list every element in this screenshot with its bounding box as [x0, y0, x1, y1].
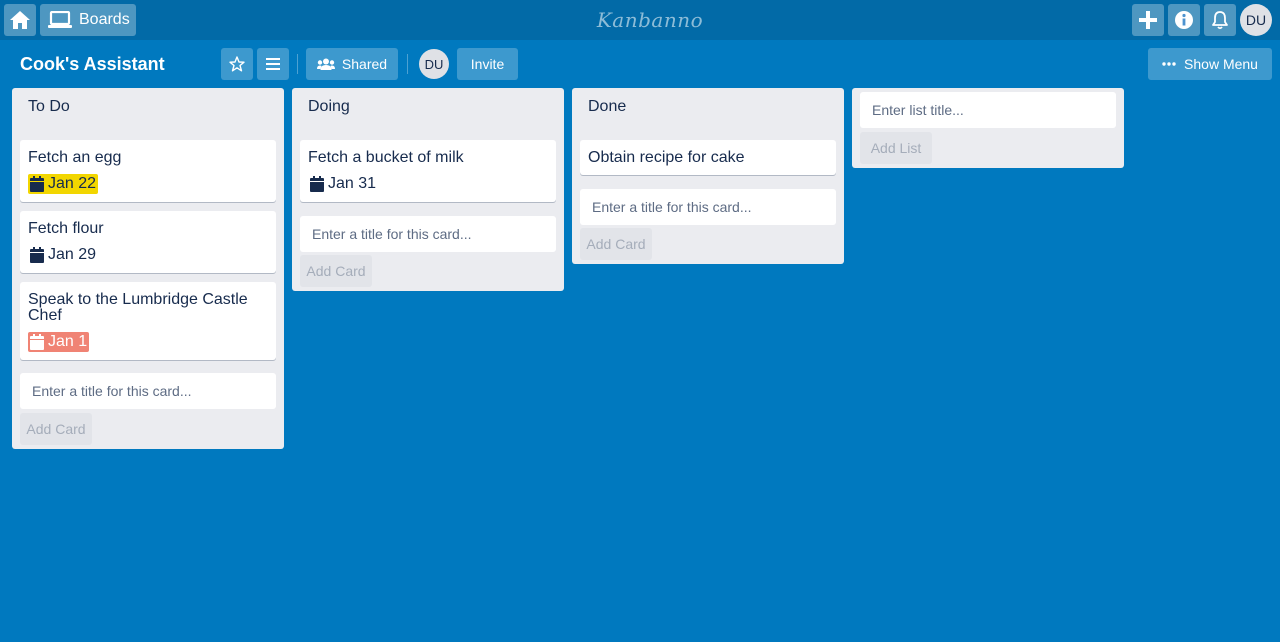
due-date-text: Jan 29 [48, 246, 97, 263]
card[interactable]: Fetch an egg Jan 22 [20, 140, 276, 202]
star-board-button[interactable] [221, 48, 253, 80]
create-button[interactable] [1132, 4, 1164, 36]
home-button[interactable] [4, 4, 36, 36]
calendar-icon [30, 247, 44, 263]
list-doing: Doing Fetch a bucket of milk Jan 31 Add … [292, 88, 564, 291]
board-menu-button[interactable] [257, 48, 289, 80]
card-title: Fetch a bucket of milk [308, 149, 464, 166]
add-card-button[interactable]: Add Card [300, 255, 372, 287]
due-date-badge: Jan 22 [28, 174, 99, 194]
info-icon [1175, 11, 1193, 29]
due-date-badge: Jan 1 [28, 332, 90, 352]
show-menu-button[interactable]: Show Menu [1148, 48, 1272, 80]
info-button[interactable] [1168, 4, 1200, 36]
show-menu-label: Show Menu [1184, 56, 1258, 72]
card[interactable]: Fetch flour Jan 29 [20, 211, 276, 273]
hamburger-icon [266, 58, 280, 70]
add-list-button[interactable]: Add List [860, 132, 932, 164]
card[interactable]: Speak to the Lumbridge Castle Chef Jan 1 [20, 282, 276, 360]
ellipsis-icon [1162, 62, 1176, 66]
app-logo[interactable]: Kanbanno [570, 8, 730, 32]
due-date-badge: Jan 31 [308, 174, 378, 194]
add-list-panel: Add List [852, 88, 1124, 168]
laptop-icon [48, 11, 72, 28]
top-bar: Boards Kanbanno DU [0, 0, 1280, 40]
calendar-icon [30, 334, 44, 350]
due-date-badge: Jan 29 [28, 245, 98, 265]
add-card-button[interactable]: Add Card [20, 413, 92, 445]
new-card-input[interactable] [300, 216, 556, 252]
due-date-text: Jan 1 [48, 333, 88, 350]
bell-icon [1212, 11, 1228, 30]
notifications-button[interactable] [1204, 4, 1236, 36]
calendar-icon [310, 176, 324, 192]
due-date-text: Jan 22 [48, 175, 97, 192]
add-card-button[interactable]: Add Card [580, 228, 652, 260]
new-card-input[interactable] [20, 373, 276, 409]
card-title: Obtain recipe for cake [588, 149, 745, 166]
list-done: Done Obtain recipe for cake Add Card [572, 88, 844, 264]
users-icon [316, 58, 335, 70]
header-divider [407, 54, 408, 74]
star-icon [229, 56, 245, 72]
user-avatar[interactable]: DU [1240, 4, 1272, 36]
card[interactable]: Obtain recipe for cake [580, 140, 836, 175]
new-card-input[interactable] [580, 189, 836, 225]
list-to-do: To Do Fetch an egg Jan 22 Fetch flour Ja… [12, 88, 284, 449]
card-title: Speak to the Lumbridge Castle Chef [28, 291, 248, 324]
board-title[interactable]: Cook's Assistant [20, 54, 165, 75]
card-title: Fetch flour [28, 220, 104, 237]
card[interactable]: Fetch a bucket of milk Jan 31 [300, 140, 556, 202]
invite-button[interactable]: Invite [457, 48, 518, 80]
list-title[interactable]: To Do [28, 98, 70, 116]
boards-label: Boards [79, 11, 130, 28]
header-divider [297, 54, 298, 74]
new-list-title-input[interactable] [860, 92, 1116, 128]
due-date-text: Jan 31 [328, 175, 377, 192]
boards-button[interactable]: Boards [40, 4, 136, 36]
list-title[interactable]: Done [588, 98, 626, 116]
card-title: Fetch an egg [28, 149, 122, 166]
list-title[interactable]: Doing [308, 98, 350, 116]
calendar-icon [30, 176, 44, 192]
shared-button[interactable]: Shared [306, 48, 398, 80]
home-icon [10, 11, 30, 29]
plus-icon [1139, 11, 1157, 29]
board-member-avatar[interactable]: DU [419, 49, 449, 79]
shared-label: Shared [341, 56, 388, 72]
